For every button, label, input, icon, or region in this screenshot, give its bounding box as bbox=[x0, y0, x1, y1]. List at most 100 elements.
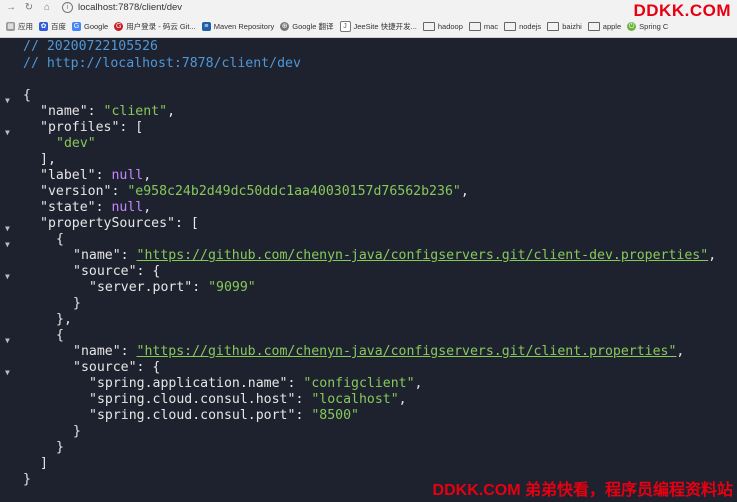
bookmark-translate[interactable]: ⊕ Google 翻译 bbox=[280, 21, 334, 32]
json-line: "name": "client", bbox=[40, 104, 176, 119]
bookmark-label: Google 翻译 bbox=[292, 21, 334, 31]
bookmark-apps[interactable]: ▦ 应用 bbox=[6, 21, 33, 32]
collapse-toggle-icon[interactable]: ▼ bbox=[5, 125, 15, 141]
bookmark-mac[interactable]: mac bbox=[468, 21, 499, 31]
address-bar[interactable]: localhost:7878/client/dev bbox=[78, 2, 182, 13]
bookmark-maven[interactable]: ≡ Maven Repository bbox=[201, 21, 274, 31]
json-line: "state": null, bbox=[40, 200, 152, 215]
folder-icon bbox=[422, 21, 435, 31]
bookmark-apple[interactable]: apple bbox=[587, 21, 622, 31]
json-value: "configclient" bbox=[303, 376, 415, 391]
bookmark-gitee[interactable]: G 用户登录 - 码云 Git... bbox=[114, 21, 196, 32]
bookmark-baizhi[interactable]: baizhi bbox=[547, 21, 582, 31]
json-viewer: // 20200722105526 // http://localhost:78… bbox=[0, 37, 737, 502]
json-line: } bbox=[23, 472, 31, 487]
collapse-toggle-icon[interactable]: ▼ bbox=[5, 237, 15, 253]
bookmark-label: 应用 bbox=[18, 21, 33, 31]
comment-line: // http://localhost:7878/client/dev bbox=[23, 56, 301, 72]
doc-icon: J bbox=[339, 20, 351, 32]
maven-icon: ≡ bbox=[201, 21, 211, 31]
json-line: "spring.application.name": "configclient… bbox=[89, 376, 423, 391]
bookmark-label: apple bbox=[602, 21, 622, 31]
json-key: "server.port" bbox=[89, 280, 193, 295]
json-line: "name": "https://github.com/chenyn-java/… bbox=[73, 344, 685, 359]
json-line: ] bbox=[40, 456, 48, 471]
json-key: "source" bbox=[73, 264, 137, 279]
json-link[interactable]: "https://github.com/chenyn-java/configse… bbox=[137, 248, 709, 263]
home-icon[interactable]: ⌂ bbox=[40, 2, 54, 13]
json-line: } bbox=[73, 296, 81, 311]
collapse-toggle-icon[interactable]: ▼ bbox=[5, 333, 15, 349]
json-key: "name" bbox=[73, 248, 121, 263]
comment-line: // 20200722105526 bbox=[23, 39, 158, 55]
collapse-toggle-icon[interactable]: ▼ bbox=[5, 269, 15, 285]
json-link[interactable]: "https://github.com/chenyn-java/configse… bbox=[137, 344, 677, 359]
info-icon[interactable]: i bbox=[62, 1, 73, 13]
translate-icon: ⊕ bbox=[280, 21, 290, 31]
json-value: "localhost" bbox=[311, 392, 399, 407]
json-key: "state" bbox=[40, 200, 96, 215]
json-value: "e958c24b2d49dc50ddc1aa40030157d76562b23… bbox=[127, 184, 461, 199]
json-key: "label" bbox=[40, 168, 96, 183]
json-line: "label": null, bbox=[40, 168, 152, 183]
bookmark-label: nodejs bbox=[519, 21, 542, 31]
browser-chrome: → ↻ ⌂ i localhost:7878/client/dev DDKK.C… bbox=[0, 0, 737, 38]
json-value: "9099" bbox=[208, 280, 256, 295]
json-line: } bbox=[73, 424, 81, 439]
collapse-toggle-icon[interactable]: ▼ bbox=[5, 221, 15, 237]
json-key: "propertySources" bbox=[40, 216, 175, 231]
json-line: } bbox=[56, 440, 64, 455]
json-line: "dev" bbox=[56, 136, 96, 152]
folder-icon bbox=[504, 21, 517, 31]
apps-icon: ▦ bbox=[6, 21, 15, 31]
baidu-icon: ✿ bbox=[39, 21, 48, 31]
json-line: "spring.cloud.consul.port": "8500" bbox=[89, 408, 359, 423]
bookmark-hadoop[interactable]: hadoop bbox=[422, 21, 463, 31]
json-key: "spring.cloud.consul.port" bbox=[89, 408, 296, 423]
json-key: "name" bbox=[73, 344, 121, 359]
json-value: null bbox=[111, 200, 144, 215]
json-key: "name" bbox=[40, 104, 88, 119]
google-icon: G bbox=[72, 21, 81, 31]
json-line: "version": "e958c24b2d49dc50ddc1aa400301… bbox=[40, 184, 469, 199]
json-value: "8500" bbox=[311, 408, 359, 423]
reload-icon[interactable]: ↻ bbox=[22, 2, 36, 13]
folder-icon bbox=[587, 21, 600, 31]
bookmark-label: mac bbox=[483, 21, 499, 31]
bookmark-spring[interactable]: ⏻ Spring C bbox=[627, 21, 669, 31]
bookmark-nodejs[interactable]: nodejs bbox=[504, 21, 542, 31]
json-key: "profiles" bbox=[40, 120, 120, 135]
json-line: "propertySources": [ bbox=[40, 216, 199, 231]
json-line: { bbox=[23, 88, 31, 103]
bookmark-jeesite[interactable]: J JeeSite 快捷开发... bbox=[339, 20, 417, 32]
watermark-bottom: DDKK.COM 弟弟快看，程序员编程资料站 bbox=[432, 482, 733, 499]
json-line: "spring.cloud.consul.host": "localhost", bbox=[89, 392, 407, 407]
json-line: "name": "https://github.com/chenyn-java/… bbox=[73, 248, 717, 263]
bookmarks-bar: ▦ 应用 ✿ 百度 G Google G 用户登录 - 码云 Git... ≡ Maven… bbox=[0, 18, 737, 34]
bookmark-label: JeeSite 快捷开发... bbox=[353, 21, 417, 31]
json-line: "source": { bbox=[73, 264, 161, 279]
collapse-toggle-icon[interactable]: ▼ bbox=[5, 365, 15, 381]
bookmark-google[interactable]: G Google bbox=[72, 21, 109, 31]
url-comment: // http://localhost:7878/client/dev bbox=[23, 56, 301, 71]
json-line: { bbox=[56, 232, 64, 247]
gitee-icon: G bbox=[114, 21, 124, 31]
bookmark-label: Google bbox=[84, 21, 109, 31]
bookmark-label: 用户登录 - 码云 Git... bbox=[126, 21, 196, 31]
collapse-toggle-icon[interactable]: ▼ bbox=[5, 93, 15, 109]
folder-icon bbox=[547, 21, 560, 31]
back-arrow-icon[interactable]: → bbox=[4, 2, 18, 13]
json-key: "spring.cloud.consul.host" bbox=[89, 392, 296, 407]
spring-icon: ⏻ bbox=[627, 21, 637, 31]
bookmark-label: hadoop bbox=[437, 21, 463, 31]
bookmark-label: Spring C bbox=[639, 21, 669, 31]
timestamp-comment: // 20200722105526 bbox=[23, 39, 158, 54]
json-line: ], bbox=[40, 152, 56, 167]
bookmark-label: 百度 bbox=[51, 21, 66, 31]
bookmark-baidu[interactable]: ✿ 百度 bbox=[39, 21, 66, 32]
bookmark-label: baizhi bbox=[562, 21, 582, 31]
json-value: "client" bbox=[103, 104, 168, 119]
json-line: }, bbox=[56, 312, 72, 327]
json-key: "version" bbox=[40, 184, 112, 199]
nav-bar: → ↻ ⌂ i localhost:7878/client/dev bbox=[0, 0, 737, 14]
